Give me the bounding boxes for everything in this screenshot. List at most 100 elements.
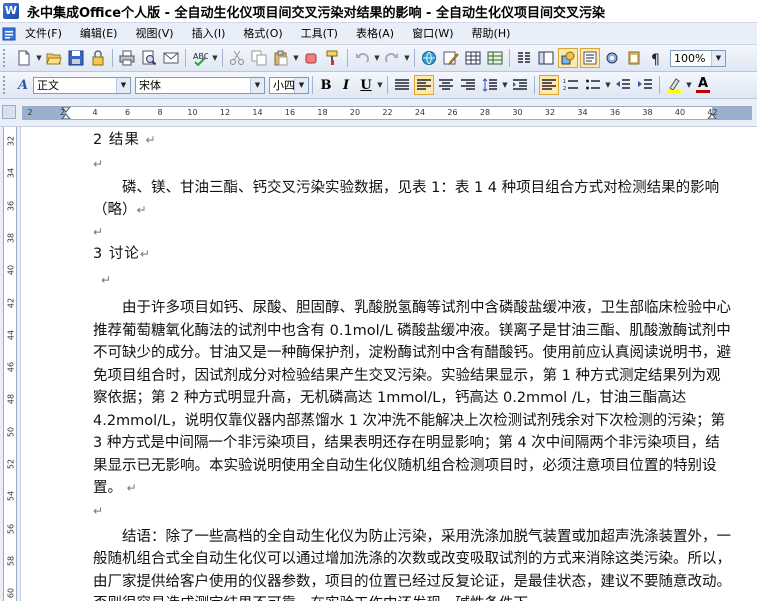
- menu-bar: 文件(F) 编辑(E) 视图(V) 插入(I) 格式(O) 工具(T) 表格(A…: [0, 23, 757, 45]
- highlight-icon[interactable]: [664, 75, 684, 95]
- document-body[interactable]: 2 结果 ↵ ↵ 磷、镁、甘油三酯、钙交叉污染实验数据，见表 1：表 1 4 种…: [93, 127, 733, 601]
- open-folder-icon[interactable]: [44, 48, 64, 68]
- menu-table[interactable]: 表格(A): [347, 23, 403, 44]
- show-marks-icon[interactable]: ¶: [646, 48, 666, 68]
- clear-format-icon[interactable]: [301, 48, 321, 68]
- underline-dropdown-icon[interactable]: ▼: [376, 75, 384, 95]
- empty-paragraph[interactable]: ↵: [93, 269, 733, 295]
- bold-button[interactable]: B: [316, 75, 336, 95]
- paste-icon[interactable]: [271, 48, 291, 68]
- list-dropdown-icon[interactable]: ▼: [604, 75, 612, 95]
- toolbar-grip[interactable]: [3, 49, 9, 67]
- bulleted-list-icon[interactable]: [583, 75, 603, 95]
- numbered-list-icon[interactable]: 12: [561, 75, 581, 95]
- line-spacing-icon[interactable]: [480, 75, 500, 95]
- undo-icon[interactable]: [352, 48, 372, 68]
- hyperlink-icon[interactable]: [419, 48, 439, 68]
- show-grid-icon[interactable]: [580, 48, 600, 68]
- vertical-ruler[interactable]: 32 34 36 38 40 42 44 46 48 50 52 54 56 58 60: [0, 127, 21, 601]
- align-center-icon[interactable]: [436, 75, 456, 95]
- empty-paragraph[interactable]: ↵: [93, 221, 733, 241]
- line-spacing-dropdown-icon[interactable]: ▼: [501, 75, 509, 95]
- underline-button[interactable]: U: [356, 75, 376, 95]
- paste-special-icon[interactable]: [624, 48, 644, 68]
- font-select[interactable]: 宋体 ▼: [135, 76, 265, 94]
- menu-insert[interactable]: 插入(I): [183, 23, 235, 44]
- section-3-heading[interactable]: 3 讨论↵: [93, 243, 733, 269]
- svg-text:1: 1: [563, 79, 566, 85]
- cut-icon[interactable]: [227, 48, 247, 68]
- chevron-down-icon[interactable]: ▼: [250, 77, 264, 93]
- save-icon[interactable]: [66, 48, 86, 68]
- justify-icon[interactable]: [392, 75, 412, 95]
- tab-stop-selector[interactable]: [2, 105, 16, 119]
- menu-help[interactable]: 帮助(H): [463, 23, 520, 44]
- menu-edit[interactable]: 编辑(E): [71, 23, 127, 44]
- ruler-tick-label: 26: [447, 108, 458, 117]
- insert-sheet-icon[interactable]: [485, 48, 505, 68]
- new-document-icon[interactable]: [14, 48, 34, 68]
- document-menu-icon[interactable]: [2, 26, 16, 42]
- font-size-select[interactable]: 小四 ▼: [269, 76, 309, 94]
- document-map-icon[interactable]: [536, 48, 556, 68]
- vertical-ruler-tick-label: 42: [6, 297, 16, 308]
- align-right-icon[interactable]: [458, 75, 478, 95]
- window-title: 永中集成Office个人版 - 全自动生化仪项目间交叉污染对结果的影响 - 全自…: [27, 5, 605, 21]
- spell-check-dropdown-icon[interactable]: ▼: [211, 48, 219, 68]
- menu-tools[interactable]: 工具(T): [292, 23, 347, 44]
- undo-dropdown-icon[interactable]: ▼: [373, 48, 381, 68]
- menu-view[interactable]: 视图(V): [126, 23, 182, 44]
- indent-icon[interactable]: [510, 75, 530, 95]
- lock-icon[interactable]: [88, 48, 108, 68]
- menu-window[interactable]: 窗口(W): [403, 23, 462, 44]
- toolbar-grip[interactable]: [3, 76, 9, 94]
- decrease-indent-icon[interactable]: [613, 75, 633, 95]
- paragraph-mark: ↵: [126, 481, 137, 495]
- empty-paragraph[interactable]: ↵: [93, 500, 733, 526]
- ruler-tick-label: 30: [512, 108, 523, 117]
- style-select[interactable]: 正文 ▼: [33, 76, 131, 94]
- chevron-down-icon[interactable]: ▼: [711, 50, 725, 66]
- font-color-icon[interactable]: A: [693, 75, 713, 95]
- table-icon[interactable]: [463, 48, 483, 68]
- format-painter-icon[interactable]: [323, 48, 343, 68]
- drawing-icon[interactable]: [558, 48, 578, 68]
- align-left-icon[interactable]: [414, 75, 434, 95]
- italic-button[interactable]: I: [336, 75, 356, 95]
- section-2-body[interactable]: 磷、镁、甘油三酯、钙交叉污染实验数据，见表 1：表 1 4 种项目组合方式对检测…: [93, 177, 733, 221]
- columns-icon[interactable]: [514, 48, 534, 68]
- paragraph-align-icon[interactable]: [539, 75, 559, 95]
- horizontal-ruler[interactable]: 2 2 4 6 8 10 12 14 16 18 20 22 24 26 28 30 32 34 36 38 40 42: [0, 99, 757, 127]
- menu-file[interactable]: 文件(F): [16, 23, 71, 44]
- paste-dropdown-icon[interactable]: ▼: [292, 48, 300, 68]
- chevron-down-icon[interactable]: ▼: [116, 77, 130, 93]
- edit-icon[interactable]: [441, 48, 461, 68]
- empty-paragraph[interactable]: ↵: [93, 153, 733, 175]
- print-icon[interactable]: [117, 48, 137, 68]
- ruler-track[interactable]: 2 2 4 6 8 10 12 14 16 18 20 22 24 26 28 30 32 34 36 38 40 42: [22, 106, 752, 120]
- mail-icon[interactable]: [161, 48, 181, 68]
- zoom-select[interactable]: 100% ▼: [670, 49, 726, 67]
- chevron-down-icon[interactable]: ▼: [294, 77, 308, 93]
- svg-text:2: 2: [563, 86, 566, 92]
- print-preview-icon[interactable]: [139, 48, 159, 68]
- discussion-paragraph[interactable]: 由于许多项目如钙、尿酸、胆固醇、乳酸脱氢酶等试剂中含磷酸盐缓冲液，卫生部临床检验…: [93, 297, 733, 500]
- copy-icon[interactable]: [249, 48, 269, 68]
- new-document-dropdown-icon[interactable]: ▼: [35, 48, 43, 68]
- ruler-tick-label: 4: [92, 108, 98, 117]
- increase-indent-icon[interactable]: [635, 75, 655, 95]
- highlight-dropdown-icon[interactable]: ▼: [685, 75, 693, 95]
- conclusion-paragraph[interactable]: 结语：除了一些高档的全自动生化仪为防止污染，采用洗涤加脱气装置或加超声洗涤装置外…: [93, 526, 733, 601]
- styles-icon[interactable]: A: [13, 75, 33, 95]
- menu-format[interactable]: 格式(O): [234, 23, 291, 44]
- spell-check-icon[interactable]: ABC: [190, 48, 210, 68]
- section-2-heading[interactable]: 2 结果 ↵: [93, 129, 733, 153]
- redo-icon[interactable]: [382, 48, 402, 68]
- redo-dropdown-icon[interactable]: ▼: [403, 48, 411, 68]
- font-size-value: 小四: [273, 79, 295, 92]
- document-page[interactable]: 2 结果 ↵ ↵ 磷、镁、甘油三酯、钙交叉污染实验数据，见表 1：表 1 4 种…: [21, 127, 757, 601]
- paragraph-mark: ↵: [93, 225, 104, 239]
- toolbar-separator: [222, 49, 223, 67]
- toolbar-separator: [534, 76, 535, 94]
- settings-gear-icon[interactable]: [602, 48, 622, 68]
